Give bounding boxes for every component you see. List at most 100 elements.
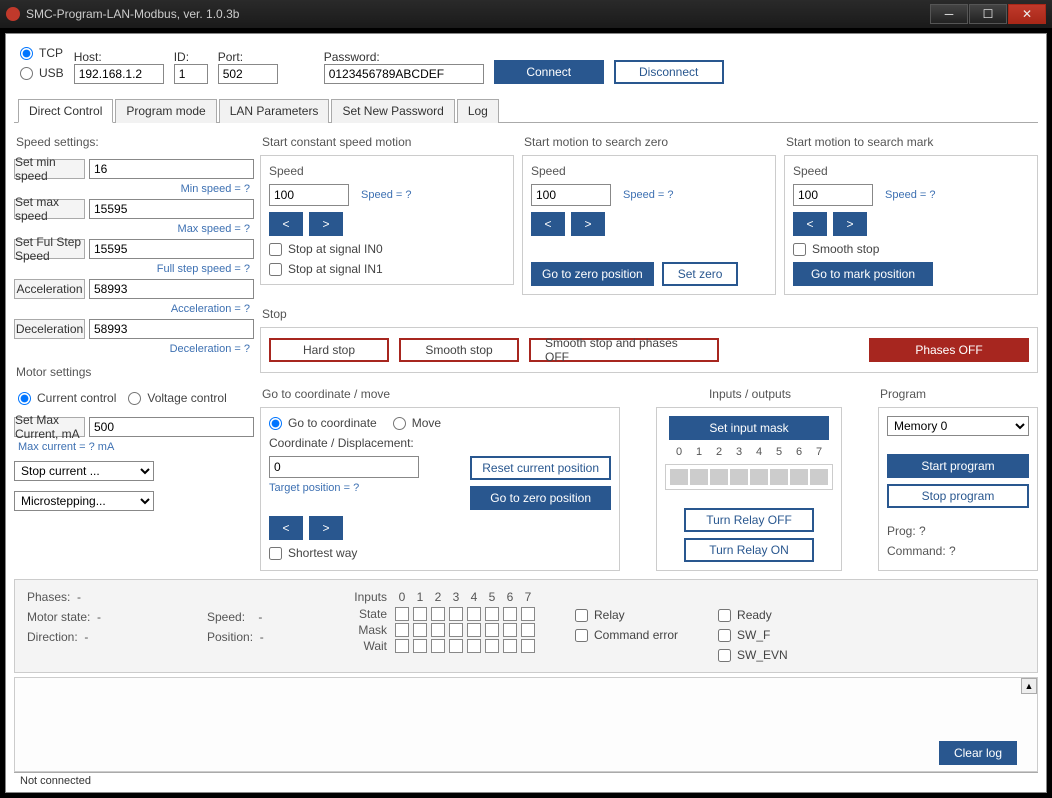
- search-zero-title: Start motion to search zero: [524, 135, 776, 149]
- acceleration-link[interactable]: Acceleration = ?: [14, 303, 254, 315]
- relay-checkbox: Relay: [575, 608, 678, 622]
- clear-log-button[interactable]: Clear log: [939, 741, 1017, 765]
- speed-settings-title: Speed settings:: [16, 135, 254, 149]
- const-speed-title: Start constant speed motion: [262, 135, 514, 149]
- connect-button[interactable]: Connect: [494, 60, 604, 84]
- goto-coordinate-radio[interactable]: Go to coordinate: [269, 416, 377, 430]
- const-speed-link[interactable]: Speed = ?: [361, 189, 415, 201]
- search-mark-speed-input[interactable]: [793, 184, 873, 206]
- coord-right-button[interactable]: >: [309, 516, 343, 540]
- go-to-zero-position-button[interactable]: Go to zero position: [531, 262, 654, 286]
- target-position-link[interactable]: Target position = ?: [269, 482, 419, 494]
- set-max-current-button[interactable]: Set Max Current, mA: [14, 417, 85, 437]
- stop-title: Stop: [262, 307, 1038, 321]
- search-zero-right-button[interactable]: >: [571, 212, 605, 236]
- smooth-stop-phases-off-button[interactable]: Smooth stop and phases OFF: [529, 338, 719, 362]
- set-min-speed-button[interactable]: Set min speed: [14, 159, 85, 179]
- minimize-button[interactable]: ─: [930, 4, 968, 24]
- prog-label: Prog: ?: [887, 524, 1029, 538]
- coord-left-button[interactable]: <: [269, 516, 303, 540]
- tab-log[interactable]: Log: [457, 99, 499, 123]
- shortest-way-checkbox[interactable]: Shortest way: [269, 546, 611, 560]
- search-mark-left-button[interactable]: <: [793, 212, 827, 236]
- scroll-up-icon[interactable]: ▲: [1021, 678, 1037, 694]
- app-icon: [6, 7, 20, 21]
- search-zero-left-button[interactable]: <: [531, 212, 565, 236]
- coord-go-to-zero-button[interactable]: Go to zero position: [470, 486, 611, 510]
- min-speed-link[interactable]: Min speed = ?: [14, 183, 254, 195]
- close-button[interactable]: ✕: [1008, 4, 1046, 24]
- coordinate-input[interactable]: [269, 456, 419, 478]
- search-zero-speed-input[interactable]: [531, 184, 611, 206]
- log-area: ▲ Clear log: [14, 677, 1038, 772]
- set-full-step-speed-button[interactable]: Set Ful Step Speed: [14, 239, 85, 259]
- tabs: Direct Control Program mode LAN Paramete…: [14, 98, 1038, 123]
- program-title: Program: [880, 387, 1038, 401]
- deceleration-link[interactable]: Deceleration = ?: [14, 343, 254, 355]
- acceleration-input[interactable]: [89, 279, 254, 299]
- smooth-stop-button[interactable]: Smooth stop: [399, 338, 519, 362]
- microstepping-select[interactable]: Microstepping...: [14, 491, 154, 511]
- min-speed-input[interactable]: [89, 159, 254, 179]
- ready-checkbox: Ready: [718, 608, 788, 622]
- max-speed-input[interactable]: [89, 199, 254, 219]
- turn-relay-on-button[interactable]: Turn Relay ON: [684, 538, 814, 562]
- full-step-speed-link[interactable]: Full step speed = ?: [14, 263, 254, 275]
- tcp-radio[interactable]: TCP: [20, 46, 64, 60]
- hard-stop-button[interactable]: Hard stop: [269, 338, 389, 362]
- stop-in0-checkbox[interactable]: Stop at signal IN0: [269, 242, 505, 256]
- id-input[interactable]: [174, 64, 208, 84]
- memory-select[interactable]: Memory 0: [887, 416, 1029, 436]
- status-bar: Phases: - Motor state: - Direction: - Sp…: [14, 579, 1038, 673]
- coord-title: Go to coordinate / move: [262, 387, 620, 401]
- go-to-mark-position-button[interactable]: Go to mark position: [793, 262, 933, 286]
- tab-set-new-password[interactable]: Set New Password: [331, 99, 454, 123]
- command-label: Command: ?: [887, 544, 1029, 558]
- swevn-checkbox: SW_EVN: [718, 648, 788, 662]
- phases-off-button[interactable]: Phases OFF: [869, 338, 1029, 362]
- stop-program-button[interactable]: Stop program: [887, 484, 1029, 508]
- host-input[interactable]: [74, 64, 164, 84]
- stop-in1-checkbox[interactable]: Stop at signal IN1: [269, 262, 505, 276]
- smooth-stop-checkbox[interactable]: Smooth stop: [793, 242, 1029, 256]
- password-input[interactable]: [324, 64, 484, 84]
- titlebar: SMC-Program-LAN-Modbus, ver. 1.0.3b ─ ☐ …: [0, 0, 1052, 28]
- port-input[interactable]: [218, 64, 278, 84]
- swf-checkbox: SW_F: [718, 628, 788, 642]
- start-program-button[interactable]: Start program: [887, 454, 1029, 478]
- maximize-button[interactable]: ☐: [969, 4, 1007, 24]
- io-numbers: 01234567: [666, 446, 832, 458]
- reset-current-position-button[interactable]: Reset current position: [470, 456, 611, 480]
- const-speed-input[interactable]: [269, 184, 349, 206]
- tab-direct-control[interactable]: Direct Control: [18, 99, 113, 123]
- deceleration-button[interactable]: Deceleration: [14, 319, 85, 339]
- tab-lan-parameters[interactable]: LAN Parameters: [219, 99, 330, 123]
- move-radio[interactable]: Move: [393, 416, 441, 430]
- search-mark-speed-link[interactable]: Speed = ?: [885, 189, 939, 201]
- acceleration-button[interactable]: Acceleration: [14, 279, 85, 299]
- connection-row: TCP USB Host: ID: Port: Password: Connec…: [14, 42, 1038, 88]
- io-boxes: [665, 464, 833, 490]
- const-speed-left-button[interactable]: <: [269, 212, 303, 236]
- search-zero-speed-link[interactable]: Speed = ?: [623, 189, 677, 201]
- set-zero-button[interactable]: Set zero: [662, 262, 739, 286]
- set-input-mask-button[interactable]: Set input mask: [669, 416, 829, 440]
- search-mark-right-button[interactable]: >: [833, 212, 867, 236]
- max-current-input[interactable]: [89, 417, 254, 437]
- footer-status: Not connected: [14, 772, 1038, 792]
- voltage-control-radio[interactable]: Voltage control: [128, 391, 226, 405]
- window-title: SMC-Program-LAN-Modbus, ver. 1.0.3b: [26, 7, 930, 21]
- turn-relay-off-button[interactable]: Turn Relay OFF: [684, 508, 814, 532]
- max-speed-link[interactable]: Max speed = ?: [14, 223, 254, 235]
- disconnect-button[interactable]: Disconnect: [614, 60, 724, 84]
- max-current-link[interactable]: Max current = ? mA: [14, 441, 254, 453]
- deceleration-input[interactable]: [89, 319, 254, 339]
- set-max-speed-button[interactable]: Set max speed: [14, 199, 85, 219]
- usb-radio[interactable]: USB: [20, 66, 64, 80]
- stop-current-select[interactable]: Stop current ...: [14, 461, 154, 481]
- tab-program-mode[interactable]: Program mode: [115, 99, 216, 123]
- full-step-speed-input[interactable]: [89, 239, 254, 259]
- current-control-radio[interactable]: Current control: [18, 391, 116, 405]
- const-speed-right-button[interactable]: >: [309, 212, 343, 236]
- command-error-checkbox: Command error: [575, 628, 678, 642]
